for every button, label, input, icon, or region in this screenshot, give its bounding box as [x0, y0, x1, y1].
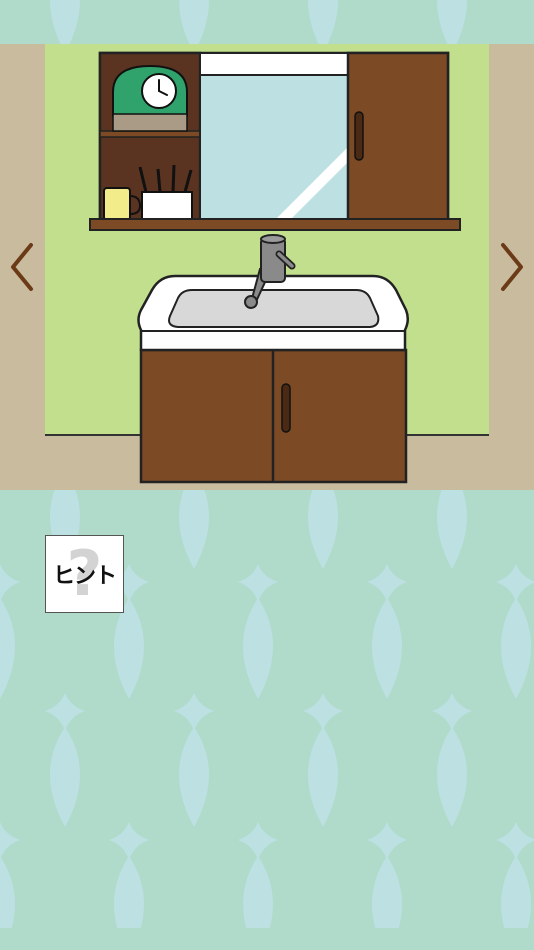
nav-left-button[interactable] — [2, 240, 42, 294]
hint-label: ヒント — [52, 564, 117, 589]
chevron-right-icon — [501, 243, 523, 291]
chevron-left-icon — [11, 243, 33, 291]
sink[interactable] — [137, 274, 409, 352]
wall-shelf — [89, 218, 461, 231]
game-scene — [0, 44, 534, 490]
vanity-cabinet[interactable] — [139, 348, 408, 484]
wall-clock[interactable] — [112, 64, 188, 132]
hint-button[interactable]: ? ヒント — [45, 535, 124, 613]
nav-right-button[interactable] — [492, 240, 532, 294]
